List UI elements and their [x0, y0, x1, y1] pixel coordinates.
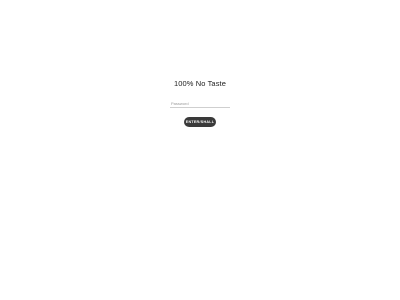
enter-button[interactable]: ENTER/SHALL [184, 117, 216, 127]
storefront-password-page: 100% No Taste ENTER/SHALL [0, 0, 400, 300]
password-login-panel: 100% No Taste ENTER/SHALL [0, 0, 400, 300]
password-input[interactable] [170, 99, 230, 108]
store-title: 100% No Taste [173, 79, 227, 88]
